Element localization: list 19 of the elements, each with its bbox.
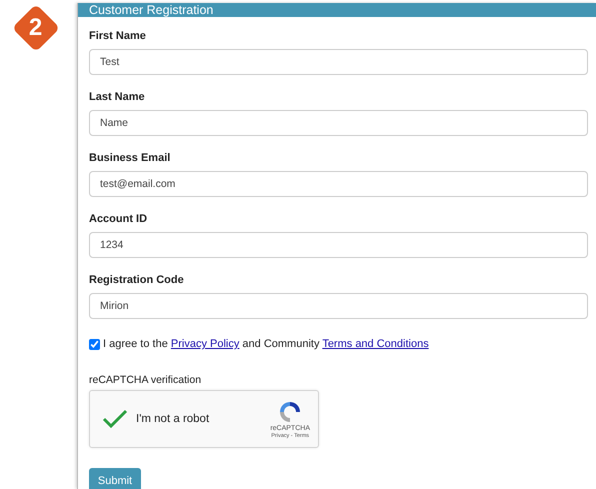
panel-title: Customer Registration: [78, 3, 596, 17]
terms-link[interactable]: Privacy Policy: [170, 338, 240, 350]
input-field[interactable]: test@email.com: [89, 171, 588, 197]
field-label: Last Name: [89, 91, 146, 105]
field-label: Account ID: [89, 213, 148, 227]
terms-link[interactable]: Terms and Conditions: [322, 338, 429, 350]
field-label: Business Email: [89, 152, 172, 166]
input-field[interactable]: Test: [89, 49, 588, 75]
step-badge: 2: [12, 4, 60, 52]
field-label: First Name: [89, 30, 147, 44]
captcha-prompt: I'm not a robot: [136, 413, 210, 425]
agreement-text: I agree to the Privacy Policy and Community Terms and Conditions: [103, 338, 429, 350]
input-field[interactable]: Mirion: [89, 293, 588, 319]
captcha-logo-icon: [278, 400, 302, 424]
agree-checkbox[interactable]: [89, 338, 100, 350]
input-field[interactable]: Name: [89, 110, 588, 136]
input-field[interactable]: 1234: [89, 232, 588, 258]
field-label: Registration Code: [89, 274, 185, 288]
captcha-label: reCAPTCHA verification: [89, 374, 202, 386]
